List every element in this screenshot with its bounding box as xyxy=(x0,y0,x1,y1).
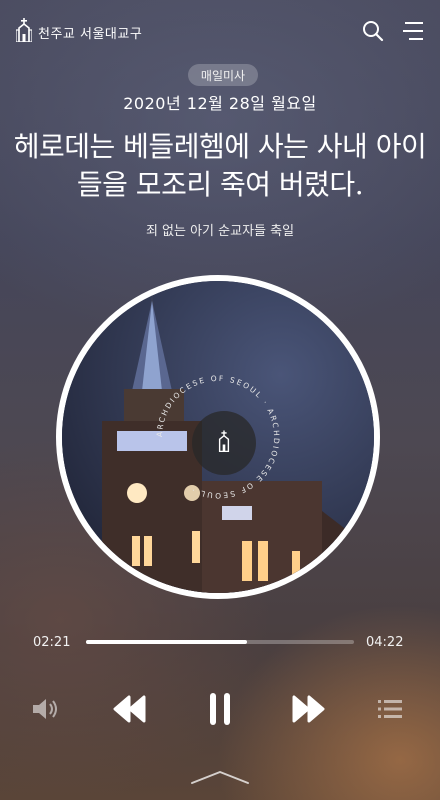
logo-text: 천주교 서울대교구 xyxy=(38,26,143,42)
expand-button[interactable] xyxy=(188,768,252,790)
category-badge: 매일미사 xyxy=(188,64,258,86)
cathedral-icon xyxy=(217,430,231,456)
pause-icon xyxy=(208,691,232,731)
volume-button[interactable] xyxy=(30,696,62,726)
search-button[interactable] xyxy=(360,20,386,46)
total-time: 04:22 xyxy=(366,635,404,650)
playlist-button[interactable] xyxy=(376,697,404,725)
disc-center-hub xyxy=(192,411,256,475)
cathedral-icon xyxy=(15,18,33,46)
playlist-icon xyxy=(378,699,402,723)
fast-forward-button[interactable] xyxy=(290,694,326,728)
chevron-up-icon xyxy=(190,769,250,789)
search-icon xyxy=(362,20,384,46)
fast-forward-icon xyxy=(291,695,325,727)
current-time: 02:21 xyxy=(33,635,71,650)
rewind-button[interactable] xyxy=(112,694,148,728)
menu-button[interactable] xyxy=(400,20,426,46)
album-disc: ARCHDIOCESE OF SEOUL · ARCHDIOCESE OF SE… xyxy=(56,275,380,599)
pause-button[interactable] xyxy=(204,692,236,730)
reading-headline: 헤로데는 베들레헴에 사는 사내 아이들을 모조리 죽여 버렸다. xyxy=(13,130,427,201)
mass-date: 2020년 12월 28일 월요일 xyxy=(123,94,317,113)
feast-subtitle: 죄 없는 아기 순교자들 축일 xyxy=(145,224,295,239)
progress-fill xyxy=(86,640,247,644)
app-logo[interactable]: 천주교 서울대교구 xyxy=(15,18,143,46)
app-header: 천주교 서울대교구 xyxy=(0,0,440,64)
rewind-icon xyxy=(113,695,147,727)
progress-bar[interactable] xyxy=(86,640,354,644)
menu-icon xyxy=(401,21,425,45)
volume-icon xyxy=(31,698,61,724)
